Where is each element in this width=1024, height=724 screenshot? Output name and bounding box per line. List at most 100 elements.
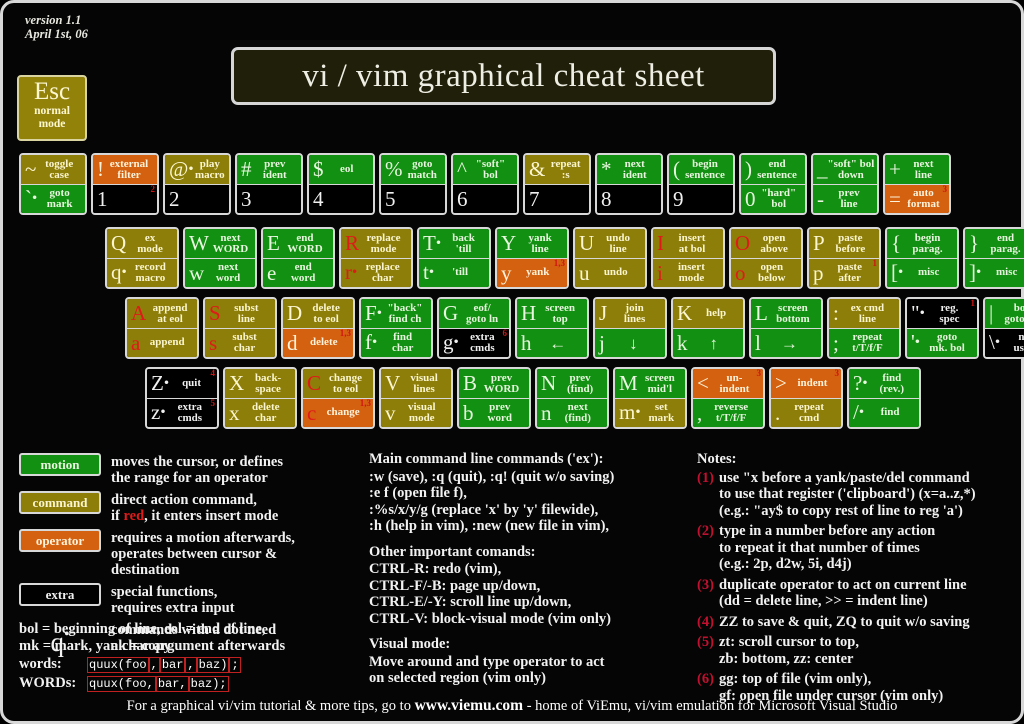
key-g[interactable]: Geof/goto ln g• extra cmds 6 xyxy=(437,297,511,359)
key-i-upper[interactable]: Iinsert at bol xyxy=(653,229,723,258)
key-b[interactable]: Bprev WORD b prev word xyxy=(457,367,531,429)
key-period-upper[interactable]: > indent 3 xyxy=(771,369,841,398)
key-2-lower[interactable]: 2 xyxy=(165,184,229,213)
key-semicolon-lower[interactable]: ; repeat t/T/f/F xyxy=(829,328,899,357)
key-comma-lower[interactable]: , reverse t/T/f/F xyxy=(693,398,763,427)
key-minus-lower[interactable]: - prev line xyxy=(813,184,877,213)
key-1-lower[interactable]: 1 2 xyxy=(93,184,157,213)
key-5[interactable]: % goto match 5 xyxy=(379,153,447,215)
key-o-lower[interactable]: o open below xyxy=(731,258,801,287)
key-equals[interactable]: + next line = auto format 3 xyxy=(883,153,951,215)
key-6-upper[interactable]: ^ "soft" bol xyxy=(453,155,517,184)
key-slash-upper[interactable]: ?• find (rev.) xyxy=(849,369,919,398)
key-q-lower[interactable]: q• record macro xyxy=(107,258,177,287)
key-j-upper[interactable]: Jjoin lines xyxy=(595,299,665,328)
key-9-upper[interactable]: (begin sentence xyxy=(669,155,733,184)
key-s-lower[interactable]: s subst char xyxy=(205,328,275,357)
key-a[interactable]: Aappend at eol a append xyxy=(125,297,199,359)
key-x[interactable]: Xback-space x delete char xyxy=(223,367,297,429)
key-period-lower[interactable]: . repeat cmd xyxy=(771,398,841,427)
key-3-upper[interactable]: # prev ident xyxy=(237,155,301,184)
key-y-lower[interactable]: y yank 1,3 xyxy=(497,258,567,287)
key-8[interactable]: * next ident 8 xyxy=(595,153,663,215)
key-r[interactable]: Rreplace mode r• replace char xyxy=(339,227,413,289)
key-d-upper[interactable]: Ddelete to eol xyxy=(283,299,353,328)
key-quote[interactable]: "• reg. spec 1 '• goto mk. bol xyxy=(905,297,979,359)
key-c-upper[interactable]: Cchange to eol xyxy=(303,369,373,398)
key-c-lower[interactable]: c change 1,3 xyxy=(303,398,373,427)
key-equals-upper[interactable]: + next line xyxy=(885,155,949,184)
key-y[interactable]: Yyank line y yank 1,3 xyxy=(495,227,569,289)
key-b-upper[interactable]: Bprev WORD xyxy=(459,369,529,398)
key-semicolon[interactable]: : ex cmd line; repeat t/T/f/F xyxy=(827,297,901,359)
key-w-lower[interactable]: w next word xyxy=(185,258,255,287)
key-period[interactable]: > indent 3. repeat cmd xyxy=(769,367,843,429)
key-8-upper[interactable]: * next ident xyxy=(597,155,661,184)
key-k-lower[interactable]: k ↑ xyxy=(673,328,743,357)
key-z-upper[interactable]: Z• quit 4 xyxy=(147,369,217,398)
key-a-lower[interactable]: a append xyxy=(127,328,197,357)
key-comma-upper[interactable]: < un-indent 3 xyxy=(693,369,763,398)
key-backtick-upper[interactable]: ~ toggle case xyxy=(21,155,85,184)
key-m-upper[interactable]: Mscreen mid'l xyxy=(615,369,685,398)
key-t-upper[interactable]: T• back'till xyxy=(419,229,489,258)
key-d[interactable]: Ddelete to eol d delete 1,3 xyxy=(281,297,355,359)
key-quote-upper[interactable]: "• reg. spec 1 xyxy=(907,299,977,328)
key-esc[interactable]: Esc normal mode xyxy=(17,75,87,141)
key-4-upper[interactable]: $ eol xyxy=(309,155,373,184)
key-o-upper[interactable]: Oopen above xyxy=(731,229,801,258)
key-r-upper[interactable]: Rreplace mode xyxy=(341,229,411,258)
key-9-lower[interactable]: 9 xyxy=(669,184,733,213)
key-rbracket[interactable]: } end parag.]• misc xyxy=(963,227,1024,289)
key-h-lower[interactable]: h ← xyxy=(517,328,587,357)
key-u-lower[interactable]: u undo xyxy=(575,258,645,287)
key-e[interactable]: Eend WORD e end word xyxy=(261,227,335,289)
key-a-upper[interactable]: Aappend at eol xyxy=(127,299,197,328)
key-e-lower[interactable]: e end word xyxy=(263,258,333,287)
key-7-upper[interactable]: & repeat:s xyxy=(525,155,589,184)
key-m-lower[interactable]: m• set mark xyxy=(615,398,685,427)
key-lbracket-lower[interactable]: [• misc xyxy=(887,258,957,287)
key-comma[interactable]: < un-indent 3, reverse t/T/f/F xyxy=(691,367,765,429)
key-2-upper[interactable]: @• play macro xyxy=(165,155,229,184)
key-k[interactable]: Khelp k ↑ xyxy=(671,297,745,359)
key-8-lower[interactable]: 8 xyxy=(597,184,661,213)
key-j-lower[interactable]: j ↓ xyxy=(595,328,665,357)
key-l-upper[interactable]: Lscreen bottom xyxy=(751,299,821,328)
key-minus[interactable]: _ "soft" bol down - prev line xyxy=(811,153,879,215)
key-2[interactable]: @• play macro 2 xyxy=(163,153,231,215)
key-u-upper[interactable]: Uundo line xyxy=(575,229,645,258)
key-backslash-upper[interactable]: |bol/goto col xyxy=(985,299,1024,328)
key-p[interactable]: Ppaste before p paste after 1 xyxy=(807,227,881,289)
key-v-upper[interactable]: Vvisual lines xyxy=(381,369,451,398)
key-x-lower[interactable]: x delete char xyxy=(225,398,295,427)
key-3[interactable]: # prev ident 3 xyxy=(235,153,303,215)
key-backtick[interactable]: ~ toggle case `• goto mark xyxy=(19,153,87,215)
key-e-upper[interactable]: Eend WORD xyxy=(263,229,333,258)
key-o[interactable]: Oopen above o open below xyxy=(729,227,803,289)
key-q[interactable]: Qex mode q• record macro xyxy=(105,227,179,289)
key-p-upper[interactable]: Ppaste before xyxy=(809,229,879,258)
key-f-lower[interactable]: f• find char xyxy=(361,328,431,357)
key-i-lower[interactable]: i insert mode xyxy=(653,258,723,287)
key-s-upper[interactable]: Ssubst line xyxy=(205,299,275,328)
key-l[interactable]: Lscreen bottom l → xyxy=(749,297,823,359)
key-backtick-lower[interactable]: `• goto mark xyxy=(21,184,85,213)
key-z-lower[interactable]: z• extra cmds 5 xyxy=(147,398,217,427)
key-semicolon-upper[interactable]: : ex cmd line xyxy=(829,299,899,328)
key-h-upper[interactable]: Hscreen top xyxy=(517,299,587,328)
key-s[interactable]: Ssubst line s subst char xyxy=(203,297,277,359)
key-k-upper[interactable]: Khelp xyxy=(673,299,743,328)
key-7[interactable]: & repeat:s 7 xyxy=(523,153,591,215)
key-t[interactable]: T• back'till t• 'till xyxy=(417,227,491,289)
key-6[interactable]: ^ "soft" bol 6 xyxy=(451,153,519,215)
key-v-lower[interactable]: v visual mode xyxy=(381,398,451,427)
key-backslash[interactable]: |bol/goto col\• notused! xyxy=(983,297,1024,359)
key-slash[interactable]: ?• find (rev.) /• find xyxy=(847,367,921,429)
key-t-lower[interactable]: t• 'till xyxy=(419,258,489,287)
key-lbracket[interactable]: {begin parag. [• misc xyxy=(885,227,959,289)
key-5-lower[interactable]: 5 xyxy=(381,184,445,213)
key-7-lower[interactable]: 7 xyxy=(525,184,589,213)
key-9[interactable]: (begin sentence 9 xyxy=(667,153,735,215)
key-n[interactable]: Nprev (find) n next (find) xyxy=(535,367,609,429)
